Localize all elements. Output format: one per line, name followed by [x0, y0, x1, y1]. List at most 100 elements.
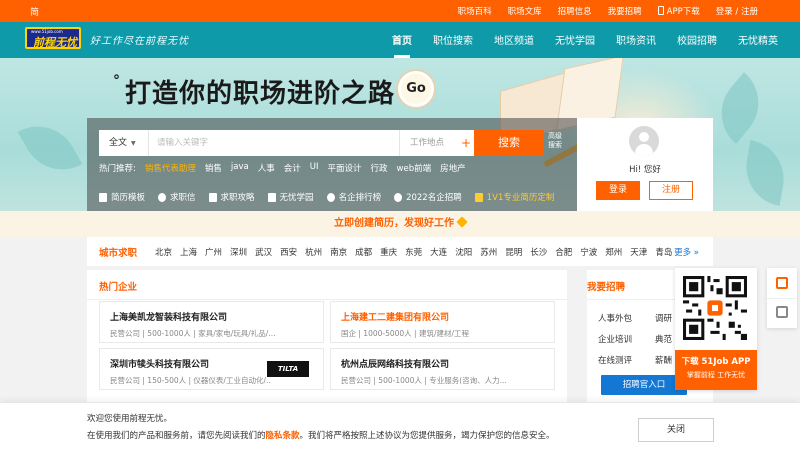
nav-elite[interactable]: 无忧精英 — [738, 22, 778, 58]
create-resume-banner[interactable]: 立即创建简历，发现好工作 — [0, 211, 800, 237]
city-link[interactable]: 广州 — [205, 246, 222, 258]
tool-academy[interactable]: 无忧学园 — [267, 191, 314, 203]
city-link[interactable]: 长沙 — [530, 246, 547, 258]
top-link-baike[interactable]: 职场百科 — [458, 5, 492, 17]
city-link[interactable]: 南京 — [330, 246, 347, 258]
hot-keyword[interactable]: 会计 — [284, 162, 301, 174]
tool-top-employers[interactable]: 2022名企招聘 — [394, 191, 462, 203]
city-link[interactable]: 苏州 — [480, 246, 497, 258]
recruit-link[interactable]: 薪酬 — [655, 354, 672, 366]
search-input[interactable] — [157, 134, 387, 152]
hot-keyword[interactable]: 行政 — [371, 162, 388, 174]
city-link[interactable]: 北京 — [155, 246, 172, 258]
lang-switch[interactable]: 简 — [30, 5, 39, 18]
hot-keyword[interactable]: java — [231, 162, 249, 174]
quick-tools: 简历模板 求职信 求职攻略 无忧学园 名企排行榜 2022名企招聘 1V1专业简… — [99, 191, 567, 203]
company-card[interactable]: 上海美凯龙智装科技有限公司 民营公司 | 500-1000人 | 家具/家电/玩… — [99, 301, 324, 343]
nav-job-search[interactable]: 职位搜索 — [433, 22, 473, 58]
tool-cover-letter[interactable]: 求职信 — [158, 191, 196, 203]
tool-ranking[interactable]: 名企排行榜 — [326, 191, 381, 203]
feedback-icon[interactable] — [776, 306, 788, 318]
advanced-search-link[interactable]: 高级搜索 — [545, 132, 565, 150]
hot-keyword[interactable]: 销售 — [205, 162, 222, 174]
slogan: 好工作尽在前程无忧 — [90, 36, 189, 47]
hot-companies-title: 热门企业 — [99, 282, 138, 293]
top-link-wenku[interactable]: 职场文库 — [508, 5, 542, 17]
city-link[interactable]: 天津 — [630, 246, 647, 258]
ranking-icon — [326, 192, 335, 202]
city-link[interactable]: 郑州 — [605, 246, 622, 258]
nav-region[interactable]: 地区频道 — [494, 22, 534, 58]
top-link-zhaopin-info[interactable]: 招聘信息 — [558, 5, 592, 17]
search-button[interactable]: 搜索 — [474, 130, 544, 156]
hot-keyword[interactable]: 销售代表助理 — [145, 162, 196, 174]
company-card[interactable]: 深圳市犊头科技有限公司 民营公司 | 150-500人 | 仪器仪表/工业自动化… — [99, 348, 324, 390]
company-meta: 国企 | 1000-5000人 | 建筑/建材/工程 — [341, 329, 470, 338]
top-link-login-register[interactable]: 登录 / 注册 — [716, 5, 758, 17]
hot-keyword[interactable]: 房地产 — [440, 162, 466, 174]
recruit-link[interactable]: 人事外包 — [598, 312, 632, 324]
top-links: 职场百科 职场文库 招聘信息 我要招聘 APP下载 登录 / 注册 — [442, 5, 758, 17]
main-nav: 首页 职位搜索 地区频道 无忧学园 职场资讯 校园招聘 无忧精英 — [371, 22, 778, 58]
recruit-link[interactable]: 典范 — [655, 333, 672, 345]
privacy-policy-link[interactable]: 隐私条款 — [266, 431, 300, 441]
city-link[interactable]: 昆明 — [505, 246, 522, 258]
hot-keyword[interactable]: web前端 — [397, 162, 432, 174]
top-link-post-job[interactable]: 我要招聘 — [608, 5, 642, 17]
greeting: Hi! 您好 — [629, 165, 661, 175]
city-link[interactable]: 东莞 — [405, 246, 422, 258]
city-link[interactable]: 青岛 — [655, 246, 672, 258]
recruit-link[interactable]: 调研 — [655, 312, 672, 324]
city-link[interactable]: 沈阳 — [455, 246, 472, 258]
hero-headline: ° 打造你的职场进阶之路 — [113, 73, 396, 109]
company-meta: 民营公司 | 500-1000人 | 家具/家电/玩具/礼品/... — [110, 329, 276, 338]
recruit-title: 我要招聘 — [587, 282, 626, 293]
city-link[interactable]: 西安 — [280, 246, 297, 258]
leaf-decoration — [740, 139, 790, 207]
top-link-app-download[interactable]: APP下载 — [657, 5, 700, 17]
hot-keyword[interactable]: 平面设计 — [327, 162, 361, 174]
nav-campus[interactable]: 校园招聘 — [677, 22, 717, 58]
city-link[interactable]: 重庆 — [380, 246, 397, 258]
document-icon — [99, 192, 107, 202]
tool-job-guide[interactable]: 求职攻略 — [208, 191, 255, 203]
app-qr-widget[interactable]: 下载 51Job APP 掌握前程 工作无忧 — [675, 268, 757, 390]
hot-keywords: 热门推荐: 销售代表助理 销售 java 人事 会计 UI 平面设计 行政 we… — [99, 162, 475, 174]
city-link[interactable]: 大连 — [430, 246, 447, 258]
qr-toggle-icon[interactable] — [776, 277, 788, 289]
privacy-notice-line2: 在使用我们的产品和服务前，请您先阅读我们的隐私条款。我们将严格按照上述协议为您提… — [87, 431, 555, 441]
nav-home[interactable]: 首页 — [392, 22, 412, 58]
qr-code-icon — [683, 276, 747, 340]
hot-label: 热门推荐: — [99, 164, 136, 174]
recruit-link[interactable]: 在线测评 — [598, 354, 632, 366]
tool-resume-custom[interactable]: 1V1专业简历定制 — [474, 191, 554, 203]
close-notice-button[interactable]: 关闭 — [638, 418, 714, 442]
site-logo[interactable]: www.51job.com 前程无忧 — [25, 27, 81, 49]
city-link[interactable]: 深圳 — [230, 246, 247, 258]
city-link[interactable]: 合肥 — [555, 246, 572, 258]
city-link[interactable]: 宁波 — [580, 246, 597, 258]
city-link[interactable]: 成都 — [355, 246, 372, 258]
go-button[interactable]: Go — [398, 71, 434, 107]
city-bar-label: 城市求职 — [99, 248, 138, 259]
company-meta: 民营公司 | 500-1000人 | 专业服务(咨询、人力... — [341, 376, 507, 385]
nav-academy[interactable]: 无忧学园 — [555, 22, 595, 58]
login-button[interactable]: 登录 — [596, 181, 640, 200]
hot-keyword[interactable]: UI — [310, 162, 319, 174]
city-link[interactable]: 杭州 — [305, 246, 322, 258]
tool-resume-template[interactable]: 简历模板 — [99, 191, 145, 203]
city-link[interactable]: 武汉 — [255, 246, 272, 258]
city-link[interactable]: 上海 — [180, 246, 197, 258]
register-button[interactable]: 注册 — [649, 181, 693, 200]
pen-icon — [456, 216, 468, 228]
hot-keyword[interactable]: 人事 — [258, 162, 275, 174]
location-select[interactable]: 工作地点 + — [399, 130, 471, 156]
city-bar: 城市求职 北京 上海 广州 深圳 武汉 西安 杭州 南京 成都 重庆 东莞 大连… — [87, 237, 713, 266]
company-card[interactable]: 上海建工二建集团有限公司 国企 | 1000-5000人 | 建筑/建材/工程 — [330, 301, 555, 343]
nav-news[interactable]: 职场资讯 — [616, 22, 656, 58]
company-card[interactable]: 杭州点辰网络科技有限公司 民营公司 | 500-1000人 | 专业服务(咨询、… — [330, 348, 555, 390]
guide-icon — [208, 192, 217, 202]
recruit-link[interactable]: 企业培训 — [598, 333, 632, 345]
more-cities-link[interactable]: 更多 » — [674, 246, 699, 258]
search-category-select[interactable]: 全文 ▼ — [99, 130, 149, 156]
